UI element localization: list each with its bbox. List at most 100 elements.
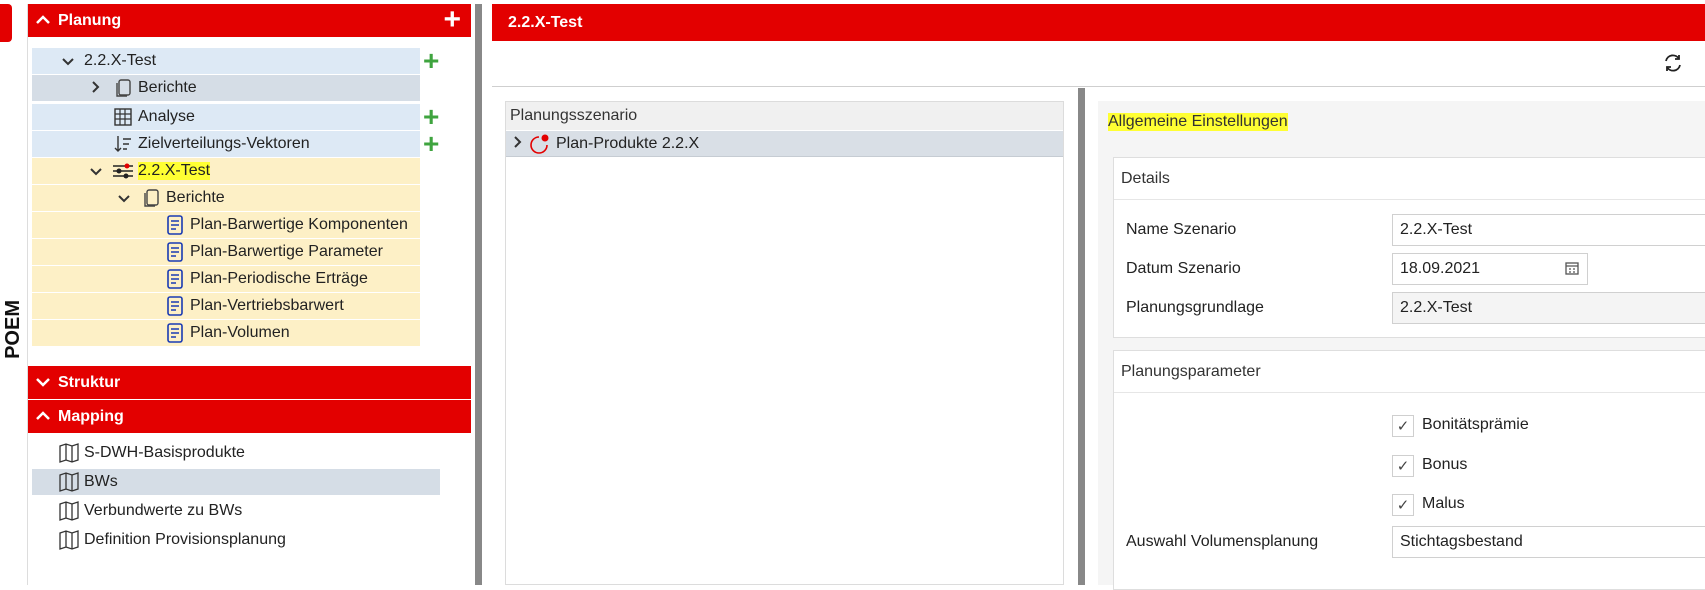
tree-node-report[interactable]: Plan-Barwertige Komponenten <box>32 212 420 238</box>
tree-node-label: Plan-Barwertige Komponenten <box>190 216 408 233</box>
toolbar <box>492 41 1705 87</box>
section-title: Mapping <box>58 407 124 425</box>
collapsed-tab[interactable] <box>0 4 12 42</box>
mapping-label: Definition Provisionsplanung <box>84 531 286 548</box>
mapping-label: S-DWH-Basisprodukte <box>84 444 245 461</box>
basis-label: Planungsgrundlage <box>1126 299 1264 316</box>
details-card: Details Name Szenario 2.2.X-Test Datum S… <box>1113 157 1705 338</box>
map-icon <box>58 471 80 493</box>
mapping-item[interactable]: Definition Provisionsplanung <box>32 527 440 553</box>
add-plus-icon[interactable]: + <box>423 47 439 75</box>
add-plus-icon[interactable]: + <box>423 103 439 131</box>
section-title: Planung <box>58 11 122 29</box>
report-document-icon <box>164 241 186 263</box>
mapping-label: BWs <box>84 473 118 490</box>
report-document-icon <box>164 214 186 236</box>
checkbox-label: Bonus <box>1422 456 1468 473</box>
navigation-panel: Planung + 2.2.X-Test + Berichte Analyse … <box>27 4 471 585</box>
tree-node-report[interactable]: Plan-Volumen <box>32 320 420 346</box>
tree-node-analyse[interactable]: Analyse <box>32 104 420 130</box>
tree-node-berichte[interactable]: Berichte <box>32 75 420 101</box>
mapping-item-selected[interactable]: BWs <box>32 469 440 495</box>
checkbox-bonus[interactable]: ✓ <box>1392 455 1414 477</box>
report-document-icon <box>164 295 186 317</box>
settings-title: Allgemeine Einstellungen <box>1108 109 1288 135</box>
basis-input: 2.2.X-Test <box>1392 292 1705 324</box>
mapping-label: Verbundwerte zu BWs <box>84 502 243 519</box>
tree-node-zielverteilung[interactable]: Zielverteilungs-Vektoren <box>32 131 420 157</box>
tree-node-report[interactable]: Plan-Vertriebsbarwert <box>32 293 420 319</box>
report-document-icon <box>164 322 186 344</box>
panel-splitter[interactable] <box>475 4 482 585</box>
chevron-right-icon[interactable] <box>508 135 528 153</box>
chevron-down-icon <box>36 375 54 390</box>
section-header-struktur[interactable]: Struktur <box>28 366 471 399</box>
tree-node-label: Plan-Vertriebsbarwert <box>190 297 344 314</box>
app-edge-strip: POEM <box>0 0 26 585</box>
tree-node-berichte-sub[interactable]: Berichte <box>32 185 420 211</box>
scenario-panel-title: Planungsszenario <box>506 102 1063 130</box>
map-icon <box>58 500 80 522</box>
report-stack-icon <box>112 77 134 99</box>
checkbox-malus[interactable]: ✓ <box>1392 494 1414 516</box>
report-document-icon <box>164 268 186 290</box>
product-alert-icon <box>528 133 552 155</box>
date-label: Datum Szenario <box>1126 260 1241 277</box>
table-grid-icon <box>112 106 134 128</box>
tree-node-label: Analyse <box>138 108 195 125</box>
section-header-mapping[interactable]: Mapping <box>28 400 471 433</box>
checkbox-label: Malus <box>1422 495 1465 512</box>
volume-select[interactable]: Stichtagsbestand <box>1392 526 1705 558</box>
panel-splitter[interactable] <box>1078 88 1085 585</box>
volume-label: Auswahl Volumensplanung <box>1126 533 1319 550</box>
settings-panel: Allgemeine Einstellungen Details Name Sz… <box>1098 101 1705 590</box>
tree-node-label: Plan-Barwertige Parameter <box>190 243 383 260</box>
date-input[interactable]: 18.09.2021 <box>1392 253 1588 285</box>
chevron-down-icon[interactable] <box>88 164 104 179</box>
add-plus-icon[interactable]: + <box>443 5 461 35</box>
tree-node-report[interactable]: Plan-Periodische Erträge <box>32 266 420 292</box>
map-icon <box>58 442 80 464</box>
tree-node-label: 2.2.X-Test <box>84 52 157 69</box>
main-header: 2.2.X-Test <box>492 4 1705 41</box>
tree-node-label: Plan-Periodische Erträge <box>190 270 368 287</box>
tree-node-scenario-selected[interactable]: 2.2.X-Test <box>32 158 420 184</box>
scenario-panel: Planungsszenario Plan-Produkte 2.2.X <box>505 101 1064 585</box>
tree-node-label: Berichte <box>166 189 225 206</box>
chevron-down-icon[interactable] <box>60 54 76 69</box>
tree-node-label: Plan-Volumen <box>190 324 290 341</box>
tree-node-label: Berichte <box>138 79 197 96</box>
name-input[interactable]: 2.2.X-Test <box>1392 214 1705 246</box>
tree-node-report[interactable]: Plan-Barwertige Parameter <box>32 239 420 265</box>
tree-node-label: 2.2.X-Test <box>138 162 211 180</box>
report-stack-icon <box>140 187 162 209</box>
checkbox-bonitaet[interactable]: ✓ <box>1392 415 1414 437</box>
vertical-app-label: POEM <box>2 300 24 359</box>
page-title: 2.2.X-Test <box>508 13 583 31</box>
details-title: Details <box>1114 158 1705 200</box>
checkbox-label: Bonitätsprämie <box>1422 416 1529 433</box>
tree-node-label: Zielverteilungs-Vektoren <box>138 135 310 152</box>
scenario-tree-item[interactable]: Plan-Produkte 2.2.X <box>506 131 1063 157</box>
map-icon <box>58 529 80 551</box>
mapping-item[interactable]: Verbundwerte zu BWs <box>32 498 440 524</box>
section-title: Struktur <box>58 373 121 391</box>
settings-title-text: Allgemeine Einstellungen <box>1108 113 1288 131</box>
sort-descending-icon <box>112 133 134 155</box>
params-card: Planungsparameter ✓ Bonitätsprämie ✓ Bon… <box>1113 350 1705 590</box>
chevron-down-icon[interactable] <box>116 191 132 206</box>
calendar-icon[interactable] <box>1565 261 1579 280</box>
scenario-item-label: Plan-Produkte 2.2.X <box>556 134 700 152</box>
name-label: Name Szenario <box>1126 221 1237 238</box>
date-value: 18.09.2021 <box>1400 260 1481 277</box>
chevron-right-icon[interactable] <box>88 80 104 96</box>
add-plus-icon[interactable]: + <box>423 130 439 158</box>
section-header-planung[interactable]: Planung + <box>28 4 471 37</box>
mapping-item[interactable]: S-DWH-Basisprodukte <box>32 440 440 466</box>
tree-node-scenario-root[interactable]: 2.2.X-Test <box>32 48 420 74</box>
sliders-icon <box>112 160 134 182</box>
chevron-up-icon <box>36 409 54 424</box>
refresh-icon[interactable] <box>1662 52 1684 80</box>
chevron-up-icon <box>36 13 54 28</box>
params-title: Planungsparameter <box>1114 351 1705 393</box>
